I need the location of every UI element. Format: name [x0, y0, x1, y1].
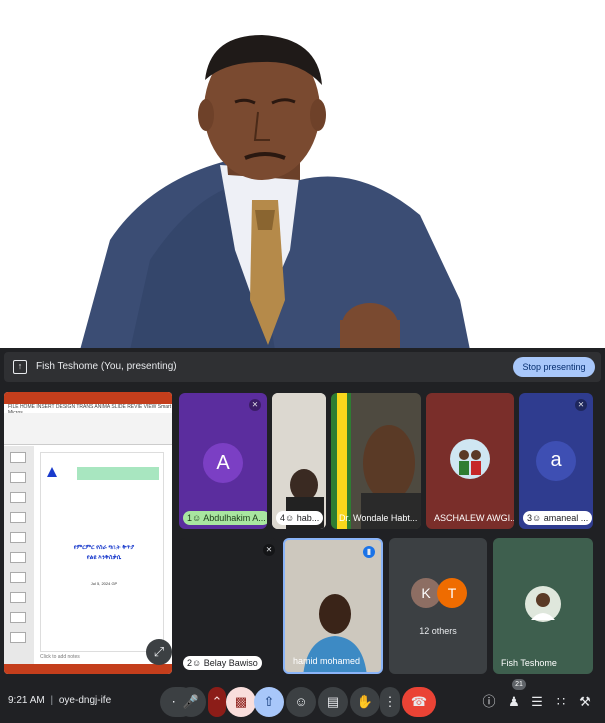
slide-thumbnail — [10, 552, 26, 563]
participant-name: hamid mohamed — [293, 656, 361, 666]
presenting-banner: ↑ Fish Teshome (You, presenting) Stop pr… — [4, 352, 601, 382]
man-portrait-image — [80, 35, 470, 350]
slide-thumbnail — [10, 472, 26, 483]
slide-title: የምርምር የስራ ግቢት ቅጥያ የልዩ እንቅስቃሴ — [49, 543, 159, 563]
notes-placeholder: Click to add notes — [40, 654, 80, 660]
participant-name: 3☺ amaneal ... — [523, 511, 593, 525]
participant-video — [272, 393, 326, 529]
activities-icon[interactable]: ∷ — [552, 692, 570, 712]
participant-tile-others[interactable]: K T 12 others — [389, 538, 487, 674]
meet-window: ↑ Fish Teshome (You, presenting) Stop pr… — [0, 348, 605, 723]
slide-thumbnail — [10, 452, 26, 463]
slide-thumbnail — [10, 532, 26, 543]
participant-tile-aschalew[interactable]: ASCHALEW AWGI... — [426, 393, 514, 529]
clock-time: 9:21 AM — [8, 695, 45, 706]
participant-name: 1☺ Abdulhakim A... — [183, 511, 267, 525]
present-screen-icon: ↑ — [13, 360, 27, 374]
participant-tile-abdulhakim[interactable]: A ⨯ 1☺ Abdulhakim A... — [179, 393, 267, 529]
slide-title-line2: የልዩ እንቅስቃሴ — [86, 555, 122, 561]
leave-call-button[interactable]: ☎ — [402, 687, 436, 717]
participant-name: 4☺ hab... — [276, 511, 324, 525]
participant-name: ASCHALEW AWGI... — [434, 513, 514, 523]
participant-tile-hab[interactable]: 4☺ hab... — [272, 393, 326, 529]
participant-tile-fish-teshome[interactable]: Fish Teshome — [493, 538, 593, 674]
present-screen-icon[interactable]: ⇧ — [254, 687, 284, 717]
participant-tile-amaneal[interactable]: a ⨯ 3☺ amaneal ... — [519, 393, 593, 529]
stop-presenting-button[interactable]: Stop presenting — [513, 357, 595, 377]
camera-off-icon[interactable]: ▩ — [226, 687, 256, 717]
participant-video — [331, 393, 421, 529]
meeting-info: 9:21 AM | oye-dngj-ife — [8, 695, 111, 706]
camera-options-button[interactable]: ⌃ — [208, 687, 226, 717]
participant-name: Dr. Wondale Habt... — [339, 513, 418, 523]
slide-thumbnail — [10, 492, 26, 503]
slide-thumbnail — [10, 612, 26, 623]
slide-thumbnail — [10, 572, 26, 583]
powerpoint-toolbar — [4, 413, 172, 445]
slide-thumbnail — [10, 632, 26, 643]
speaking-indicator-icon: ▮ — [363, 546, 375, 558]
speaker-photo — [0, 0, 605, 350]
captions-icon[interactable]: ▤ — [318, 687, 348, 717]
shared-screen-tile[interactable]: FILE HOME INSERT DESIGN TRANS ANIMA SLID… — [4, 392, 172, 674]
slide-header-bar — [77, 467, 159, 480]
emoji-reaction-icon[interactable]: ☺ — [286, 687, 316, 717]
powerpoint-title-bar — [4, 392, 172, 404]
presenter-label: Fish Teshome (You, presenting) — [36, 361, 177, 372]
mic-off-icon: ⨯ — [249, 399, 261, 411]
expand-icon[interactable]: ⤢ — [146, 639, 172, 665]
participant-count-badge: 21 — [512, 679, 526, 690]
separator: | — [50, 695, 54, 706]
participant-tile-hamid[interactable]: ▮ hamid mohamed — [283, 538, 383, 674]
meeting-control-bar: 9:21 AM | oye-dngj-ife ⋯ 🎤 ⌃ ▩ ⇧ ☺ ▤ ✋ ⋮… — [0, 679, 605, 723]
slide-title-line1: የምርምር የስራ ግቢት ቅጥያ — [73, 545, 135, 551]
avatar — [525, 586, 561, 622]
avatar: A — [203, 443, 243, 483]
slide-thumbnails — [4, 446, 34, 664]
raise-hand-icon[interactable]: ✋ — [350, 687, 380, 717]
others-count: 12 others — [419, 626, 457, 636]
avatar: T — [437, 578, 467, 608]
slide-canvas: የምርምር የስራ ግቢት ቅጥያ የልዩ እንቅስቃሴ Jul 5, 2024… — [40, 452, 164, 652]
university-logo-icon — [47, 467, 57, 477]
slide-thumbnail — [10, 592, 26, 603]
microphone-icon[interactable]: 🎤 — [176, 687, 206, 717]
avatar — [450, 439, 490, 479]
more-options-icon[interactable]: ⋮ — [380, 687, 400, 717]
avatar: a — [536, 441, 576, 481]
participant-name: 2☺ Belay Bawiso — [183, 656, 262, 670]
slide-date: Jul 5, 2024 GP — [90, 581, 118, 586]
mic-off-icon: ⨯ — [575, 399, 587, 411]
meeting-details-icon[interactable]: ⓘ — [480, 692, 498, 712]
powerpoint-status-bar — [4, 664, 172, 674]
meeting-code: oye-dngj-ife — [58, 695, 112, 706]
participant-name: Fish Teshome — [501, 658, 557, 668]
participant-tile-wondale[interactable]: Dr. Wondale Habt... — [331, 393, 421, 529]
slide-thumbnail — [10, 512, 26, 523]
participant-tile-belay[interactable]: ⨯ 2☺ Belay Bawiso — [179, 538, 277, 674]
powerpoint-ribbon-tabs: FILE HOME INSERT DESIGN TRANS ANIMA SLID… — [8, 404, 172, 416]
chat-icon[interactable]: ☰ — [528, 692, 546, 712]
mic-off-icon: ⨯ — [263, 544, 275, 556]
host-controls-icon[interactable]: ⚒ — [576, 692, 594, 712]
people-icon[interactable]: ♟ — [505, 692, 523, 712]
